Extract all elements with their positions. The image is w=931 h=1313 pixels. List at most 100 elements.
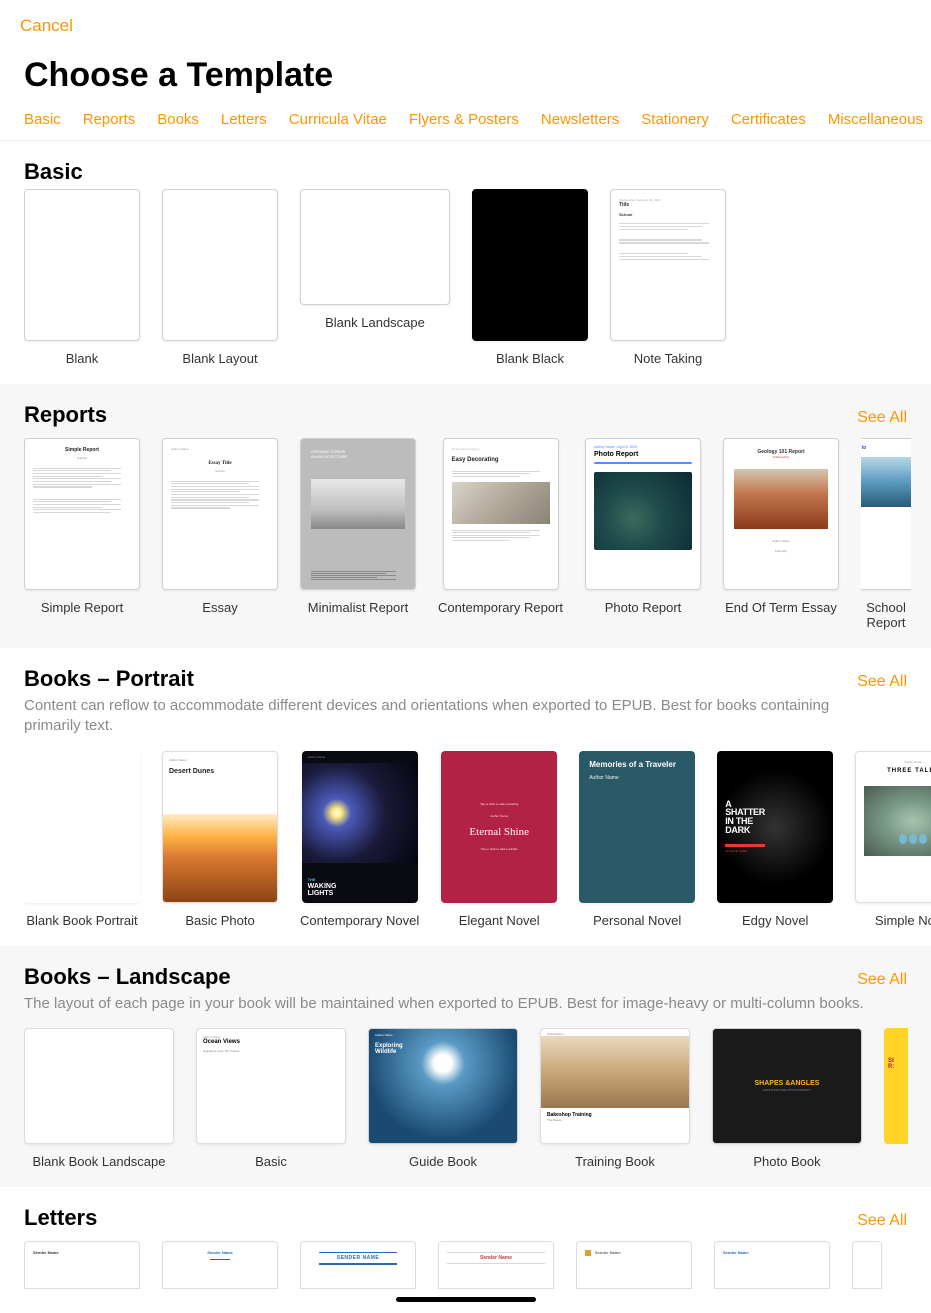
template-label: Basic Photo (185, 913, 254, 928)
template-thumb: A SHATTER IN THE DARK AUTHOR NAME (717, 751, 833, 903)
template-letter[interactable]: SENDER NAME (300, 1241, 416, 1289)
template-thumb: Author Name Desert Dunes (162, 751, 278, 903)
template-blank-landscape[interactable]: Blank Landscape (300, 189, 450, 366)
tab-basic[interactable]: Basic (24, 111, 61, 128)
template-edgy-novel[interactable]: A SHATTER IN THE DARK AUTHOR NAME Edgy N… (717, 751, 833, 928)
template-label: Blank (66, 351, 99, 366)
template-label: Blank Layout (182, 351, 257, 366)
template-thumb: Simple Home Styling Easy Decorating (443, 438, 559, 590)
template-letter[interactable]: Sender Name (162, 1241, 278, 1289)
tab-reports[interactable]: Reports (83, 111, 136, 128)
section-letters: Letters See All Sender Name Sender Name … (0, 1187, 931, 1293)
template-thumb (24, 751, 140, 903)
section-desc: The layout of each page in your book wil… (24, 994, 931, 1014)
section-title: Basic (24, 159, 83, 185)
category-tabs: Basic Reports Books Letters Curricula Vi… (0, 111, 931, 141)
see-all-letters[interactable]: See All (857, 1212, 907, 1230)
template-guide-book[interactable]: Author Name ExploringWildlife Guide Book (368, 1028, 518, 1169)
template-thumb: Author Name • April 8, 2020 Photo Report (585, 438, 701, 590)
template-thumb: Author Name Ocean Views Highlights From … (196, 1028, 346, 1144)
page-title: Choose a Template (24, 56, 907, 95)
template-label: Blank Landscape (325, 315, 425, 330)
template-contemporary-novel[interactable]: Author Name THE WAKING LIGHTS Contempora… (300, 751, 419, 928)
template-label: Blank Black (496, 351, 564, 366)
template-personal-novel[interactable]: Memories of a Traveler Author Name Perso… (579, 751, 695, 928)
template-blank[interactable]: Blank (24, 189, 140, 366)
cancel-button[interactable]: Cancel (20, 16, 73, 36)
tab-stationery[interactable]: Stationery (641, 111, 709, 128)
tab-newsletters[interactable]: Newsletters (541, 111, 619, 128)
template-thumb (300, 189, 450, 305)
tab-flyers[interactable]: Flyers & Posters (409, 111, 519, 128)
see-all-reports[interactable]: See All (857, 409, 907, 427)
template-label: Edgy Novel (742, 913, 808, 928)
template-label: Simple Novel (875, 913, 931, 928)
template-label: Elegant Novel (459, 913, 540, 928)
template-simple-report[interactable]: Simple Report Subtitle Simple Report (24, 438, 140, 630)
template-photo-report[interactable]: Author Name • April 8, 2020 Photo Report… (585, 438, 701, 630)
template-elegant-novel[interactable]: Tap or click to add a heading Author Nam… (441, 751, 557, 928)
template-thumb (162, 189, 278, 341)
template-contemporary-report[interactable]: Simple Home Styling Easy Decorating Cont… (438, 438, 563, 630)
tab-certificates[interactable]: Certificates (731, 111, 806, 128)
tab-books[interactable]: Books (157, 111, 199, 128)
template-training-book[interactable]: 2020 Edition Bakeshop Training The Basic… (540, 1028, 690, 1169)
template-thumb: Author Name Essay Title Subtitle (162, 438, 278, 590)
section-books-portrait: Books – Portrait See All Content can ref… (0, 648, 931, 946)
template-note-taking[interactable]: Wednesday, February 19, 2014 Title Schoo… (610, 189, 726, 366)
template-minimalist-report[interactable]: ORGANIC FORMSIN ARCHITECTURE Minimalist … (300, 438, 416, 630)
template-photo-book[interactable]: SHAPES &ANGLES ARCHITECTURAL PHOTOGRAPHY… (712, 1028, 862, 1169)
template-partial[interactable]: StR: (884, 1028, 908, 1144)
section-title: Reports (24, 402, 107, 428)
template-label: School Report (861, 600, 911, 630)
template-thumb: Simple Report Subtitle (24, 438, 140, 590)
template-blank-book-portrait[interactable]: Blank Book Portrait (24, 751, 140, 928)
tab-letters[interactable]: Letters (221, 111, 267, 128)
template-thumb: ORGANIC FORMSIN ARCHITECTURE (300, 438, 416, 590)
section-reports: Reports See All Simple Report Subtitle S… (0, 384, 931, 648)
template-label: Blank Book Portrait (26, 913, 137, 928)
template-basic-landscape[interactable]: Author Name Ocean Views Highlights From … (196, 1028, 346, 1169)
see-all-books-landscape[interactable]: See All (857, 971, 907, 989)
template-letter[interactable]: Sender Name (714, 1241, 830, 1289)
template-end-of-term[interactable]: Geology 101 Report Subheading Author Nam… (723, 438, 839, 630)
template-letter[interactable] (852, 1241, 882, 1289)
home-indicator (0, 1293, 931, 1313)
template-thumb: Geology 101 Report Subheading Author Nam… (723, 438, 839, 590)
template-blank-layout[interactable]: Blank Layout (162, 189, 278, 366)
template-label: Note Taking (634, 351, 702, 366)
template-label: Essay (202, 600, 237, 615)
template-essay[interactable]: Author Name Essay Title Subtitle Essay (162, 438, 278, 630)
template-blank-black[interactable]: Blank Black (472, 189, 588, 366)
template-label: Contemporary Report (438, 600, 563, 615)
template-thumb: Memories of a Traveler Author Name (579, 751, 695, 903)
template-blank-book-landscape[interactable]: Blank Book Landscape (24, 1028, 174, 1169)
template-letter[interactable]: Sender Name (24, 1241, 140, 1289)
template-label: End Of Term Essay (725, 600, 837, 615)
tab-cv[interactable]: Curricula Vitae (289, 111, 387, 128)
template-thumb: Tap or click to add a heading Author Nam… (441, 751, 557, 903)
tab-misc[interactable]: Miscellaneous (828, 111, 923, 128)
template-school-report[interactable]: A Voyage to School Report (861, 438, 911, 630)
section-title: Books – Portrait (24, 666, 194, 692)
template-simple-novel[interactable]: Author Name THREE TALES Simple Novel (855, 751, 931, 928)
template-thumb: 2020 Edition Bakeshop Training The Basic… (540, 1028, 690, 1144)
template-thumb: Wednesday, February 19, 2014 Title Schoo… (610, 189, 726, 341)
section-desc: Content can reflow to accommodate differ… (24, 696, 931, 737)
template-thumb: Author Name THREE TALES (855, 751, 931, 903)
see-all-books-portrait[interactable]: See All (857, 673, 907, 691)
section-basic: Basic Blank Blank Layout Blank Landscape… (0, 141, 931, 384)
template-label: Simple Report (41, 600, 123, 615)
template-letter[interactable]: Sender Name (438, 1241, 554, 1289)
template-letter[interactable]: Sender Name (576, 1241, 692, 1289)
template-label: Basic (255, 1154, 287, 1169)
template-thumb: SHAPES &ANGLES ARCHITECTURAL PHOTOGRAPHY (712, 1028, 862, 1144)
section-title: Books – Landscape (24, 964, 231, 990)
template-basic-photo[interactable]: Author Name Desert Dunes Basic Photo (162, 751, 278, 928)
template-thumb (24, 1028, 174, 1144)
template-label: Photo Report (605, 600, 682, 615)
template-label: Contemporary Novel (300, 913, 419, 928)
template-label: Blank Book Landscape (33, 1154, 166, 1169)
template-thumb (472, 189, 588, 341)
section-books-landscape: Books – Landscape See All The layout of … (0, 946, 931, 1187)
